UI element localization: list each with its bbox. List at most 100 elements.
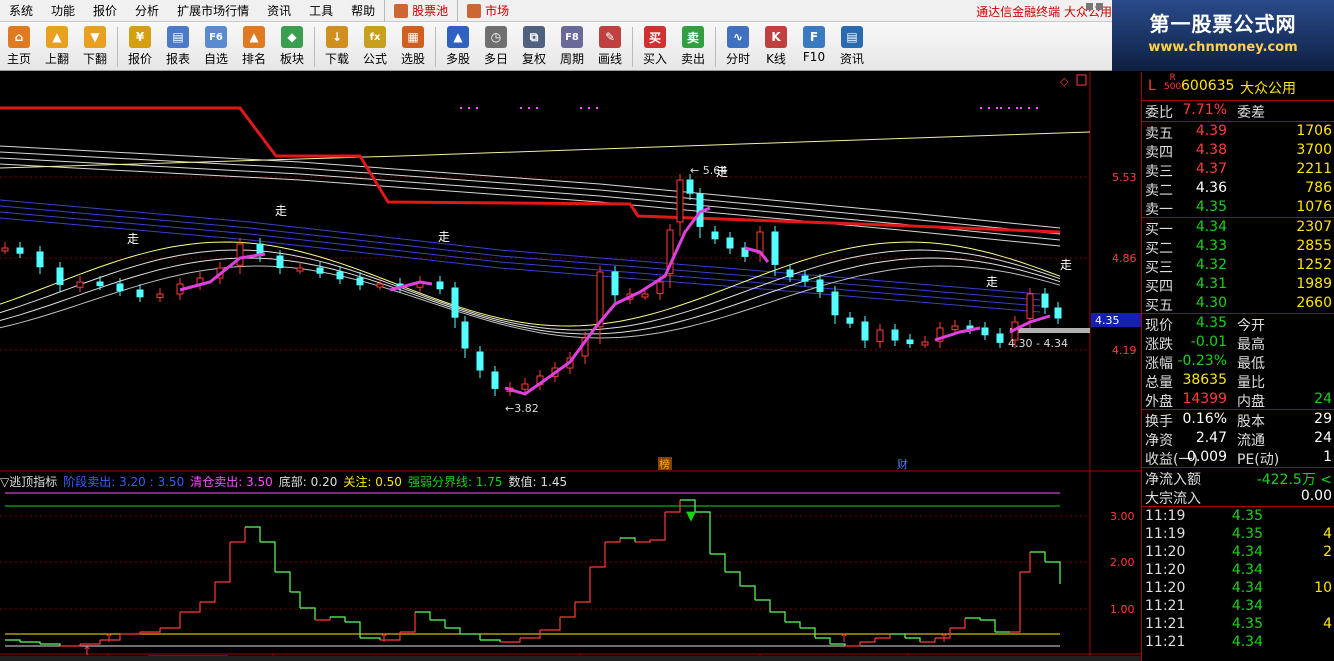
buy-arrow-icon: ↑: [839, 631, 849, 645]
toolbar-button-download[interactable]: ↓ 下载: [318, 22, 356, 71]
walk-marker: 走: [986, 275, 998, 289]
row-label: 买五: [1145, 298, 1173, 314]
menu-label: 资讯: [267, 4, 292, 18]
kline-chart[interactable]: ◇5.534.864.194.353.002.001.00← 5.64←3.82…: [0, 72, 1141, 656]
row-label: 大宗流入: [1145, 491, 1201, 507]
row-value: 4.32: [1195, 257, 1227, 273]
candle-body: [16, 247, 24, 254]
row-value-2: 2855: [1296, 238, 1332, 254]
menu-item-6[interactable]: 工具: [300, 0, 342, 22]
row-label: 现价: [1145, 318, 1173, 334]
stock-code[interactable]: 600635: [1181, 78, 1234, 94]
signal-dot: [1008, 107, 1010, 109]
chart-scrollbar[interactable]: [0, 656, 1141, 661]
buy-arrow-icon: ↑: [82, 644, 92, 656]
ask-row: 卖一 4.35 1076: [1142, 198, 1334, 218]
toolbar-button-home[interactable]: ⌂ 主页: [0, 22, 38, 71]
toolbar-button-multi-stock[interactable]: ▲ 多股: [439, 22, 477, 71]
row-value: 4.38: [1195, 142, 1227, 158]
toolbar-button-report[interactable]: ▤ 报表: [159, 22, 197, 71]
buy-icon: 买: [644, 26, 666, 48]
toolbar-button-kline[interactable]: K K线: [757, 22, 795, 71]
row-label-2: 今开: [1237, 318, 1265, 334]
candle-body: [1026, 293, 1034, 319]
ask-row: 卖五 4.39 1706: [1142, 122, 1334, 142]
toolbar-button-restore[interactable]: ⧉ 复权: [515, 22, 553, 71]
f8-icon: F8: [561, 26, 583, 48]
toolbar-button-news[interactable]: ▤ 资讯: [833, 22, 871, 71]
stock-pool-icon: [394, 3, 409, 18]
cai-badge[interactable]: 财: [897, 457, 908, 471]
toolbar-label: 主页: [6, 52, 31, 66]
toolbar-button-arrow-down[interactable]: ▼ 下翻: [76, 22, 114, 71]
toolbar-label: 下载: [324, 52, 349, 66]
bid-row: 买二 4.33 2855: [1142, 237, 1334, 257]
toolbar-button-intraday[interactable]: ∿ 分时: [719, 22, 757, 71]
tick-row: 11:20 4.34 10: [1142, 579, 1334, 598]
row-label: 外盘: [1145, 394, 1173, 410]
candle-body: [611, 271, 619, 296]
bang-text: 榜: [659, 457, 670, 471]
toolbar-button-buy[interactable]: 买买入: [636, 22, 674, 71]
current-price-text: 4.35: [1095, 314, 1120, 327]
menu-item-5[interactable]: 资讯: [258, 0, 300, 22]
row-label: 卖四: [1145, 145, 1173, 161]
row-value: 0.009: [1186, 449, 1227, 465]
flow-row: 大宗流入 0.00: [1142, 487, 1334, 507]
toolbar-button-f8[interactable]: F8 周期: [553, 22, 591, 71]
maximize-icon[interactable]: [1096, 3, 1103, 10]
walk-marker: 走: [716, 165, 728, 179]
toolbar-button-sell[interactable]: 卖卖出: [674, 22, 712, 71]
toolbar-button-draw-line[interactable]: ✎ 画线: [591, 22, 629, 71]
candle-body: [771, 231, 779, 265]
toolbar-button-arrow-up[interactable]: ▲ 上翻: [38, 22, 76, 71]
menu-item-2[interactable]: 报价: [84, 0, 126, 22]
tick-price: 4.34: [1231, 544, 1263, 560]
row-value: 7.71%: [1182, 102, 1227, 118]
toolbar-button-formula[interactable]: fx 公式: [356, 22, 394, 71]
menu-item-7[interactable]: 帮助: [342, 0, 384, 22]
toolbar-button-multi-day[interactable]: ◷ 多日: [477, 22, 515, 71]
candle-body: [876, 329, 884, 343]
diamond-icon[interactable]: ◇: [1060, 75, 1069, 88]
menu-highlight-1[interactable]: 市场: [457, 0, 518, 22]
indicator-value[interactable]: ▽逃顶指标: [0, 475, 57, 489]
candle-body: [676, 179, 684, 223]
row-label: 买二: [1145, 241, 1173, 257]
menu-highlight-0[interactable]: 股票池: [384, 0, 457, 22]
candle-body: [1054, 307, 1062, 319]
candle-body: [451, 287, 459, 318]
row-label-2: 内盘: [1237, 394, 1265, 410]
market-icon: [467, 3, 482, 18]
candle-body: [96, 281, 104, 287]
toolbar-label: 多股: [445, 52, 470, 66]
toolbar-button-rank[interactable]: ▲ 排名: [235, 22, 273, 71]
toolbar-button-quote[interactable]: ¥ 报价: [121, 22, 159, 71]
minimize-icon[interactable]: [1086, 3, 1093, 10]
menu-item-0[interactable]: 系统: [0, 0, 42, 22]
row-value-2: 2660: [1296, 295, 1332, 311]
wei-row: 委比 7.71% 委差: [1142, 101, 1334, 121]
menu-label: 工具: [309, 4, 334, 18]
menu-item-4[interactable]: 扩展市场行情: [168, 0, 258, 22]
price-tick: 5.53: [1112, 171, 1137, 184]
candle-body: [656, 281, 664, 295]
toolbar-separator: [715, 27, 716, 67]
row-value: 4.33: [1195, 238, 1227, 254]
toolbar-button-f10[interactable]: F F10: [795, 22, 833, 71]
stock-name[interactable]: 大众公用: [1240, 78, 1296, 98]
toolbar-separator: [314, 27, 315, 67]
logo-url: www.chnmoney.com: [1148, 40, 1298, 55]
toolbar-button-f6[interactable]: F6 自选: [197, 22, 235, 71]
candle-body: [906, 339, 914, 345]
row-value-2: -422.5万 <: [1256, 472, 1332, 488]
toolbar-button-sector[interactable]: ◆ 板块: [273, 22, 311, 71]
toolbar-button-pick-stock[interactable]: ▦ 选股: [394, 22, 432, 71]
multi-stock-icon: ▲: [447, 26, 469, 48]
candle-body: [56, 267, 64, 285]
stock-flag: L: [1148, 78, 1156, 94]
menu-item-3[interactable]: 分析: [126, 0, 168, 22]
menu-item-1[interactable]: 功能: [42, 0, 84, 22]
indicator-value: 数值: 1.45: [508, 475, 568, 489]
candle-body: [236, 243, 244, 266]
